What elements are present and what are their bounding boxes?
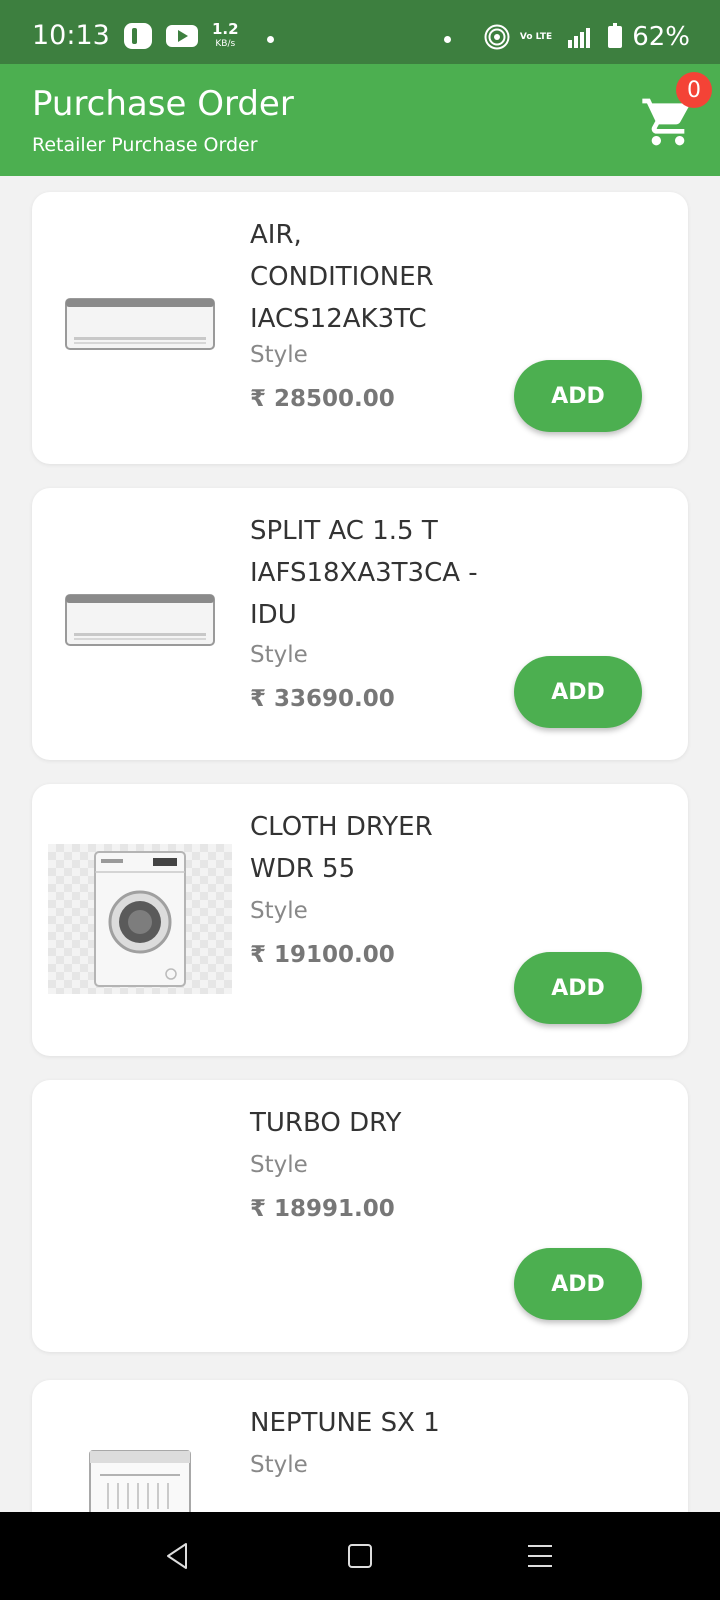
status-time: 10:13 [32, 20, 110, 51]
product-name: CLOTH DRYER WDR 55 [250, 812, 433, 884]
product-image [48, 546, 232, 696]
notification-dot-icon [444, 36, 451, 43]
page-subtitle: Retailer Purchase Order [32, 134, 258, 156]
system-nav-bar [0, 1512, 720, 1600]
product-price: ₹ 18991.00 [250, 1196, 395, 1222]
air-conditioner-icon [65, 298, 215, 350]
app-bar: Purchase Order Retailer Purchase Order 0 [0, 64, 720, 176]
notification-dot-icon [267, 36, 274, 43]
status-bar: 10:13 1.2 KB/s Vo LTE 62% [0, 0, 720, 64]
product-style: Style [250, 898, 308, 924]
product-price: ₹ 33690.00 [250, 686, 395, 712]
product-style: Style [250, 642, 308, 668]
product-card: SPLIT AC 1.5 T IAFS18XA3T3CA -IDU Style … [32, 488, 688, 760]
product-card: AIR, CONDITIONER IACS12AK3TC Style ₹ 285… [32, 192, 688, 464]
air-conditioner-icon [65, 594, 215, 646]
volte-label: Vo LTE [519, 32, 553, 42]
product-style: Style [250, 342, 308, 368]
add-button[interactable]: ADD [514, 656, 642, 728]
app-notification-icon [124, 22, 152, 49]
signal-icon [568, 28, 591, 48]
product-style: Style [250, 1452, 308, 1478]
hotspot-icon [484, 24, 510, 50]
youtube-icon [166, 24, 198, 47]
product-image [48, 250, 232, 400]
product-list[interactable]: AIR, CONDITIONER IACS12AK3TC Style ₹ 285… [0, 176, 720, 1512]
status-left-icons: 1.2 KB/s [124, 22, 239, 49]
washing-machine-icon [94, 851, 186, 987]
dishwasher-icon [89, 1450, 191, 1512]
home-icon[interactable] [344, 1540, 376, 1572]
product-card: TURBO DRY Style ₹ 18991.00 ADD [32, 1080, 688, 1352]
product-name: NEPTUNE SX 1 [250, 1408, 440, 1438]
network-speed-value: 1.2 [212, 20, 239, 38]
status-right-icons: Vo LTE 62% [484, 22, 690, 52]
cart-count-badge: 0 [676, 72, 712, 108]
product-name: SPLIT AC 1.5 T IAFS18XA3T3CA -IDU [250, 516, 478, 630]
network-speed: 1.2 KB/s [212, 22, 239, 49]
product-price: ₹ 28500.00 [250, 386, 395, 412]
product-price: ₹ 19100.00 [250, 942, 395, 968]
add-button[interactable]: ADD [514, 360, 642, 432]
product-image [48, 1434, 232, 1512]
back-icon[interactable] [162, 1540, 194, 1572]
product-name: AIR, CONDITIONER IACS12AK3TC [250, 220, 434, 334]
add-button[interactable]: ADD [514, 1248, 642, 1320]
product-card: CLOTH DRYER WDR 55 Style ₹ 19100.00 ADD [32, 784, 688, 1056]
battery-charging-icon [608, 23, 623, 48]
product-card: NEPTUNE SX 1 Style [32, 1380, 688, 1512]
page-title: Purchase Order [32, 84, 294, 124]
battery-percent: 62% [632, 22, 690, 52]
product-style: Style [250, 1152, 308, 1178]
recents-icon[interactable] [524, 1540, 556, 1572]
network-speed-unit: KB/s [215, 39, 236, 49]
product-image [48, 844, 232, 994]
product-name: TURBO DRY [250, 1108, 402, 1138]
add-button[interactable]: ADD [514, 952, 642, 1024]
